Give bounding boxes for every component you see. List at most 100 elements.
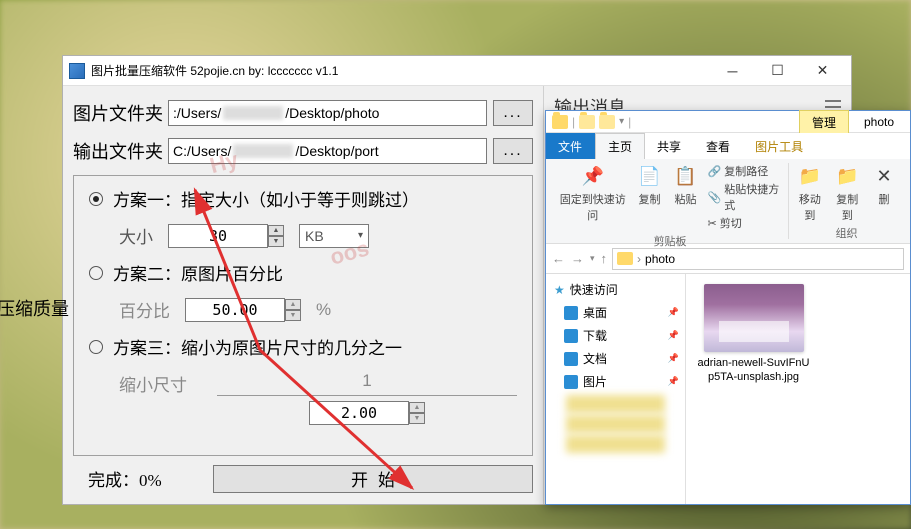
- pin-quick-button[interactable]: 📌 固定到快速访问: [558, 163, 628, 223]
- organize-group-label: 组织: [836, 225, 858, 241]
- sidebar-item-documents[interactable]: 文档 📌: [546, 347, 685, 370]
- link-icon: 🔗: [708, 165, 722, 178]
- shortcut-icon: 📎: [708, 191, 722, 204]
- quick-access-toolbar: | ▾ | 管理 photo: [546, 111, 910, 133]
- fraction-denominator[interactable]: [309, 401, 409, 425]
- maximize-button[interactable]: ☐: [755, 57, 800, 85]
- forward-button[interactable]: →: [571, 251, 584, 266]
- file-name: adrian-newell-SuvIFnUp5TA-unsplash.jpg: [696, 356, 811, 385]
- minimize-button[interactable]: ─: [710, 57, 755, 85]
- size-sublabel: 大小: [119, 223, 153, 248]
- image-preview: [704, 284, 804, 352]
- ribbon: 📌 固定到快速访问 📄 复制 📋 粘贴 🔗复制路径 📎粘贴快捷方式 ✂剪切 剪: [546, 159, 910, 244]
- paste-button[interactable]: 📋 粘贴: [672, 163, 700, 207]
- copy-icon: 📄: [636, 163, 664, 189]
- manage-tab[interactable]: 管理: [799, 110, 849, 134]
- pin-icon: 📌: [668, 376, 679, 387]
- blurred-item: [566, 415, 665, 433]
- file-tab[interactable]: 文件: [546, 133, 595, 159]
- folder-icon: [579, 115, 595, 129]
- progress-label: 完成：0%: [73, 466, 213, 491]
- copy-to-icon: 📁: [833, 163, 861, 189]
- browse-output-button[interactable]: ...: [493, 138, 533, 164]
- address-text: photo: [645, 252, 675, 266]
- size-spinner[interactable]: ▲▼: [168, 224, 284, 248]
- quick-access-header[interactable]: ★ 快速访问: [546, 278, 685, 301]
- app-icon: [69, 63, 85, 79]
- downloads-icon: [564, 329, 578, 343]
- delete-icon: ✕: [870, 163, 898, 189]
- back-button[interactable]: ←: [552, 251, 565, 266]
- blurred-item: [566, 435, 665, 453]
- percent-up-button[interactable]: ▲: [285, 299, 301, 310]
- percent-value[interactable]: [185, 298, 285, 322]
- app-title: 图片批量压缩软件 52pojie.cn by: lccccccc v1.1: [91, 62, 710, 79]
- size-value[interactable]: [168, 224, 268, 248]
- quality-groupbox: 方案一：指定大小（如小于等于则跳过） 大小 ▲▼ KB 方案二：原图片百分比: [73, 175, 533, 456]
- copy-button[interactable]: 📄 复制: [636, 163, 664, 207]
- folder-icon: [599, 115, 615, 129]
- folder-icon: [552, 115, 568, 129]
- share-tab[interactable]: 共享: [645, 133, 694, 159]
- start-button[interactable]: 开始: [213, 465, 533, 493]
- picture-tools-tab[interactable]: 图片工具: [743, 133, 816, 159]
- quality-groupbox-label: 压缩质量: [0, 295, 69, 321]
- plan3-label: 方案三：缩小为原图片尺寸的几分之一: [113, 334, 402, 359]
- source-folder-input[interactable]: :/Users//Desktop/photo: [168, 100, 487, 126]
- plan1-radio[interactable]: [89, 192, 103, 206]
- output-folder-input[interactable]: C:/Users//Desktop/port: [168, 138, 487, 164]
- file-list[interactable]: adrian-newell-SuvIFnUp5TA-unsplash.jpg: [686, 274, 910, 504]
- move-to-button[interactable]: 📁 移动到: [795, 163, 824, 223]
- copy-path-button[interactable]: 🔗复制路径: [708, 163, 783, 179]
- percent-spinner[interactable]: ▲▼: [185, 298, 301, 322]
- pin-icon: 📌: [668, 330, 679, 341]
- browse-source-button[interactable]: ...: [493, 100, 533, 126]
- sidebar-item-downloads[interactable]: 下载 📌: [546, 324, 685, 347]
- sidebar-item-desktop[interactable]: 桌面 📌: [546, 301, 685, 324]
- star-icon: ★: [554, 283, 565, 297]
- copy-to-button[interactable]: 📁 复制到: [833, 163, 862, 223]
- percent-down-button[interactable]: ▼: [285, 310, 301, 321]
- size-down-button[interactable]: ▼: [268, 236, 284, 247]
- percent-sublabel: 百分比: [119, 297, 170, 322]
- scissors-icon: ✂: [708, 217, 717, 230]
- paste-shortcut-button[interactable]: 📎粘贴快捷方式: [708, 181, 783, 213]
- percent-unit: %: [316, 300, 331, 320]
- address-bar: ← → ▾ ↑ › photo: [546, 244, 910, 274]
- fraction-numerator: 1: [362, 371, 371, 390]
- ribbon-tabs: 文件 主页 共享 查看 图片工具: [546, 133, 910, 159]
- pin-icon: 📌: [579, 163, 607, 189]
- delete-button[interactable]: ✕ 删: [870, 163, 898, 207]
- plan3-radio[interactable]: [89, 340, 103, 354]
- up-button[interactable]: ↑: [601, 251, 608, 266]
- fraction-spinner[interactable]: ▲▼: [309, 400, 425, 425]
- address-input[interactable]: › photo: [612, 248, 904, 270]
- shrink-sublabel: 缩小尺寸: [119, 371, 187, 396]
- chevron-down-icon[interactable]: ▾: [619, 116, 624, 127]
- desktop-icon: [564, 306, 578, 320]
- file-explorer-window: | ▾ | 管理 photo 文件 主页 共享 查看 图片工具 📌 固定到快速访…: [545, 110, 911, 505]
- view-tab[interactable]: 查看: [694, 133, 743, 159]
- output-folder-label: 输出文件夹: [73, 138, 168, 164]
- pin-icon: 📌: [668, 307, 679, 318]
- file-thumbnail[interactable]: adrian-newell-SuvIFnUp5TA-unsplash.jpg: [696, 284, 811, 385]
- settings-panel: 图片文件夹 :/Users//Desktop/photo ... 输出文件夹 C…: [63, 86, 543, 504]
- app-titlebar: 图片批量压缩软件 52pojie.cn by: lccccccc v1.1 ─ …: [63, 56, 851, 86]
- navigation-pane: ★ 快速访问 桌面 📌 下载 📌 文档 📌 图片 📌: [546, 274, 686, 504]
- pictures-icon: [564, 375, 578, 389]
- plan2-label: 方案二：原图片百分比: [113, 260, 283, 285]
- size-unit-select[interactable]: KB: [299, 224, 369, 248]
- sidebar-item-pictures[interactable]: 图片 📌: [546, 370, 685, 393]
- close-button[interactable]: ✕: [800, 57, 845, 85]
- documents-icon: [564, 352, 578, 366]
- plan2-radio[interactable]: [89, 266, 103, 280]
- move-icon: 📁: [796, 163, 824, 189]
- blurred-item: [566, 395, 665, 413]
- home-tab[interactable]: 主页: [595, 133, 645, 159]
- size-up-button[interactable]: ▲: [268, 225, 284, 236]
- cut-button[interactable]: ✂剪切: [708, 215, 783, 231]
- source-folder-label: 图片文件夹: [73, 100, 168, 126]
- fraction-up-button[interactable]: ▲: [409, 402, 425, 413]
- fraction-down-button[interactable]: ▼: [409, 413, 425, 424]
- history-dropdown-icon[interactable]: ▾: [590, 253, 595, 264]
